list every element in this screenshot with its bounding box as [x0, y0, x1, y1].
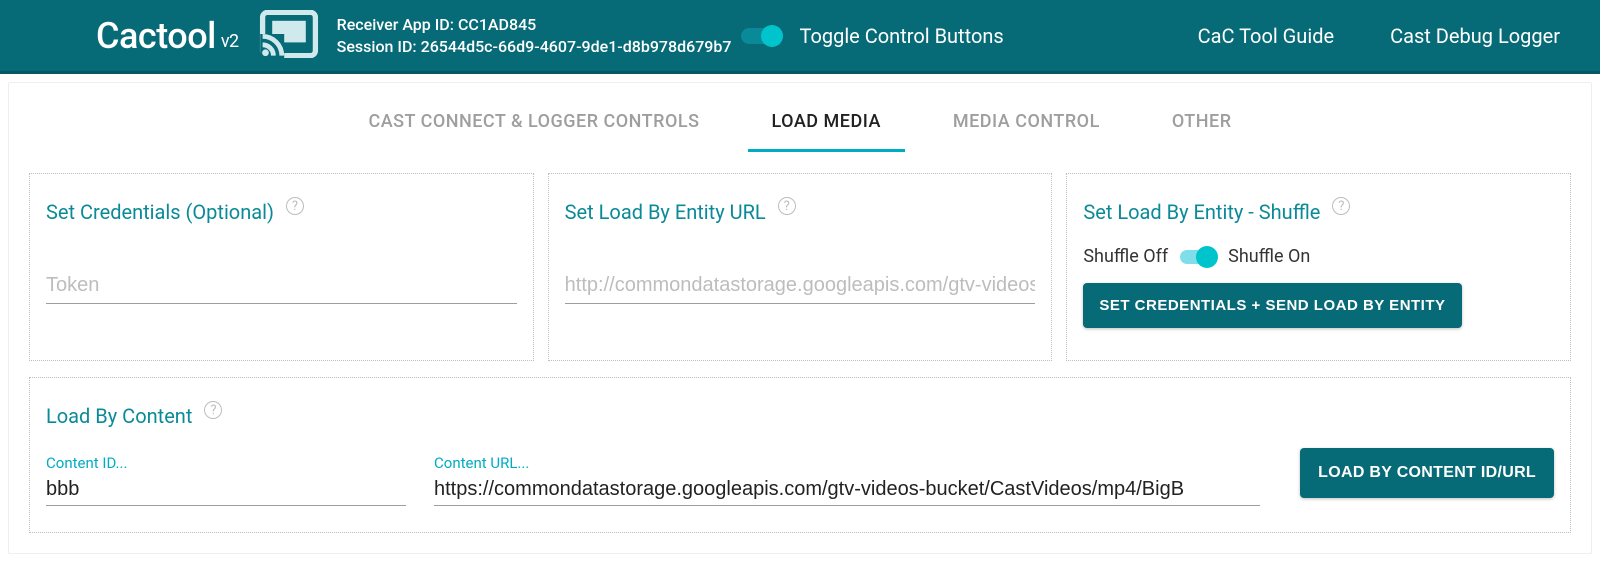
tab-cast-connect[interactable]: CAST CONNECT & LOGGER CONTROLS: [332, 83, 735, 152]
panel-title-entity-url: Set Load By Entity URL: [565, 200, 766, 224]
content-url-input[interactable]: [434, 474, 1260, 506]
tab-load-media[interactable]: LOAD MEDIA: [736, 83, 917, 152]
toggle-knob: [761, 25, 783, 47]
cast-icon[interactable]: [259, 10, 319, 62]
content-url-label: Content URL...: [434, 454, 1260, 472]
toggle-control-buttons-label: Toggle Control Buttons: [799, 24, 1003, 48]
panel-set-credentials: Set Credentials (Optional) ?: [29, 173, 534, 361]
session-id: Session ID: 26544d5c-66d9-4607-9de1-d8b9…: [337, 36, 732, 58]
shuffle-off-label: Shuffle Off: [1083, 246, 1168, 267]
app-header: Cactool v2 Receiver App ID: CC1AD845 Ses…: [0, 0, 1600, 74]
shuffle-on-label: Shuffle On: [1228, 246, 1310, 267]
app-version: v2: [221, 31, 239, 52]
tab-other[interactable]: OTHER: [1136, 83, 1268, 152]
panel-set-entity-url: Set Load By Entity URL ?: [548, 173, 1053, 361]
entity-url-input[interactable]: [565, 268, 1036, 304]
app-name: Cactool: [96, 15, 216, 57]
panel-load-by-content: Load By Content ? Content ID... Content …: [29, 377, 1571, 533]
panel-set-entity-shuffle: Set Load By Entity - Shuffle ? Shuffle O…: [1066, 173, 1571, 361]
set-credentials-send-button[interactable]: SET CREDENTIALS + SEND LOAD BY ENTITY: [1083, 283, 1461, 328]
content-id-label: Content ID...: [46, 454, 406, 472]
cac-tool-guide-link[interactable]: CaC Tool Guide: [1198, 24, 1334, 48]
help-icon[interactable]: ?: [286, 197, 304, 215]
panel-title-load-by-content: Load By Content: [46, 404, 192, 428]
shuffle-toggle-knob: [1196, 246, 1218, 268]
load-by-content-button[interactable]: LOAD BY CONTENT ID/URL: [1300, 448, 1554, 498]
receiver-app-id: Receiver App ID: CC1AD845: [337, 14, 732, 36]
toggle-control-buttons-switch[interactable]: [741, 28, 781, 44]
session-ids: Receiver App ID: CC1AD845 Session ID: 26…: [337, 14, 732, 57]
app-title: Cactool v2: [96, 15, 239, 57]
content-id-input[interactable]: [46, 474, 406, 506]
tab-media-control[interactable]: MEDIA CONTROL: [917, 83, 1136, 152]
help-icon[interactable]: ?: [1332, 197, 1350, 215]
panel-title-shuffle: Set Load By Entity - Shuffle: [1083, 200, 1320, 224]
token-input[interactable]: [46, 268, 517, 304]
cast-debug-logger-link[interactable]: Cast Debug Logger: [1390, 24, 1560, 48]
shuffle-toggle[interactable]: [1180, 250, 1216, 264]
help-icon[interactable]: ?: [204, 401, 222, 419]
tab-bar: CAST CONNECT & LOGGER CONTROLS LOAD MEDI…: [9, 83, 1591, 153]
help-icon[interactable]: ?: [778, 197, 796, 215]
panel-title-credentials: Set Credentials (Optional): [46, 200, 274, 224]
